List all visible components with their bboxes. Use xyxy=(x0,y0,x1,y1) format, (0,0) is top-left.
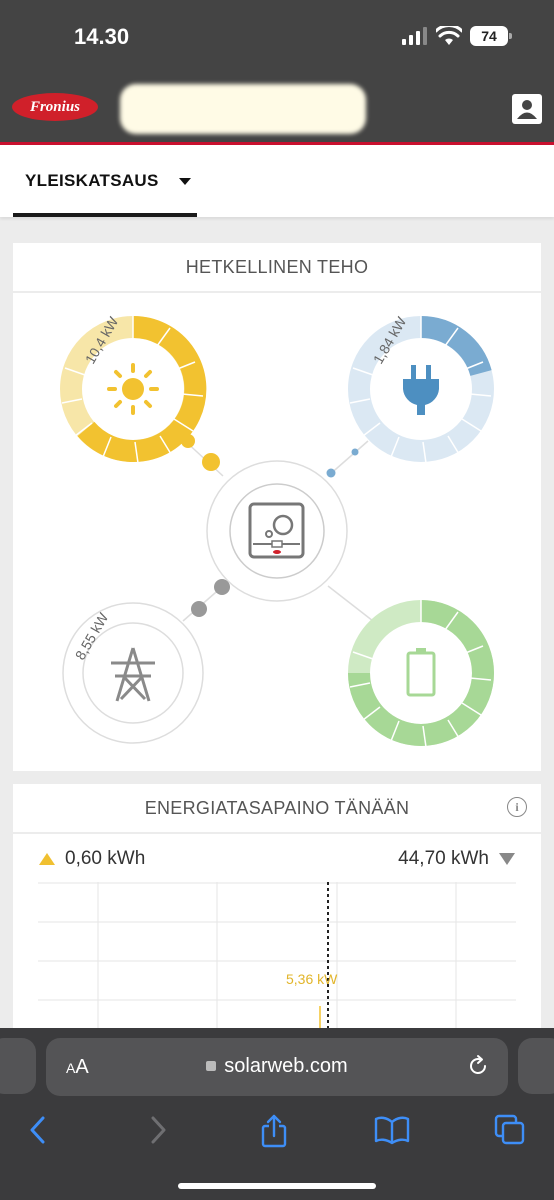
browser-bottom-bar: AA solarweb.com xyxy=(0,1028,554,1200)
triangle-down-icon xyxy=(499,853,515,865)
forward-icon[interactable] xyxy=(146,1114,170,1146)
url-text-wrap: solarweb.com xyxy=(46,1055,508,1078)
back-icon[interactable] xyxy=(26,1114,50,1146)
reload-icon[interactable] xyxy=(466,1054,490,1078)
caret-down-icon xyxy=(179,178,191,185)
energy-summary-row: 0,60 kWh 44,70 kWh xyxy=(13,834,541,880)
user-menu-button[interactable] xyxy=(512,94,542,124)
browser-toolbar xyxy=(0,1110,554,1154)
previous-tab-preview[interactable] xyxy=(0,1038,36,1094)
info-icon[interactable]: i xyxy=(507,797,527,817)
nav-bar: YLEISKATSAUS xyxy=(0,145,554,217)
next-tab-preview[interactable] xyxy=(518,1038,554,1094)
fronius-logo[interactable]: Fronius xyxy=(12,93,98,121)
redacted-site-name xyxy=(120,84,366,134)
inverter-icon xyxy=(248,502,305,559)
tabs-icon[interactable] xyxy=(494,1114,526,1146)
url-text: solarweb.com xyxy=(224,1055,348,1077)
power-card-title: HETKELLINEN TEHO xyxy=(13,243,541,293)
battery-node[interactable] xyxy=(348,600,494,748)
consumption-flow-dot xyxy=(351,448,359,456)
energy-balance-card: ENERGIATASAPAINO TÄNÄÄN i 0,60 kWh 44,70… xyxy=(13,784,541,1044)
inverter-node[interactable] xyxy=(206,460,348,602)
tab-overview[interactable]: YLEISKATSAUS xyxy=(13,145,197,217)
energy-consumed: 44,70 kWh xyxy=(398,848,515,870)
status-bar: 14.30 74 xyxy=(0,0,554,74)
grid-flow-dot xyxy=(214,579,230,595)
sun-icon xyxy=(107,363,159,415)
power-flow-card: HETKELLINEN TEHO 10,4 kW 1,84 kW 8,55 kW xyxy=(13,243,541,771)
wifi-icon xyxy=(436,26,462,45)
chart-peak-label: 5,36 kW xyxy=(286,971,338,987)
address-bar[interactable]: AA solarweb.com xyxy=(46,1038,508,1096)
consumption-flow-dot xyxy=(326,468,336,478)
battery-icon: 74 xyxy=(470,26,512,46)
solar-flow-dot xyxy=(202,453,220,471)
grid-node[interactable]: 8,55 kW xyxy=(62,602,204,744)
signal-icon xyxy=(402,27,427,45)
share-icon[interactable] xyxy=(259,1114,289,1148)
power-flow-diagram: 10,4 kW 1,84 kW 8,55 kW xyxy=(60,313,494,748)
energy-chart: 5,36 kW xyxy=(38,882,516,1044)
grid-flow-dot xyxy=(191,601,207,617)
app-header: Fronius xyxy=(0,74,554,145)
energy-card-title: ENERGIATASAPAINO TÄNÄÄN xyxy=(13,784,541,834)
tab-overview-label: YLEISKATSAUS xyxy=(25,171,159,190)
energy-consumed-value: 44,70 kWh xyxy=(398,848,489,869)
user-icon xyxy=(517,100,537,119)
bookmarks-icon[interactable] xyxy=(374,1114,410,1146)
triangle-up-icon xyxy=(39,853,55,865)
home-indicator xyxy=(178,1183,376,1189)
consumption-node[interactable]: 1,84 kW xyxy=(348,313,494,464)
lock-icon xyxy=(206,1061,217,1071)
energy-produced: 0,60 kWh xyxy=(39,848,145,870)
status-time: 14.30 xyxy=(74,24,130,49)
status-icons: 74 xyxy=(402,26,512,46)
solar-flow-dot xyxy=(181,434,195,448)
energy-produced-value: 0,60 kWh xyxy=(65,848,146,869)
